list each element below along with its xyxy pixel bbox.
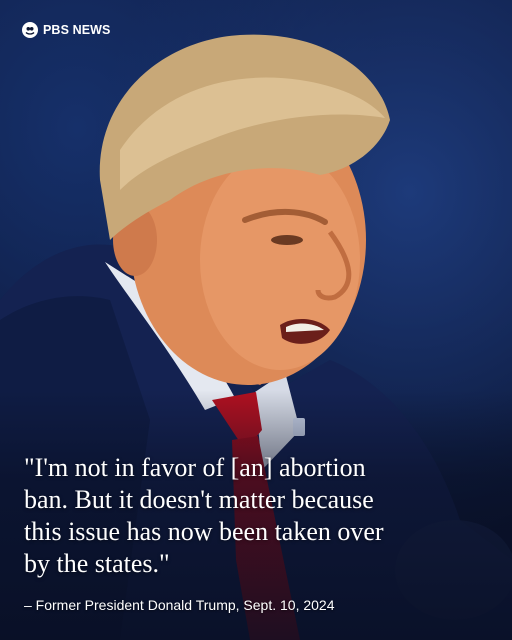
quote-line: by the states." xyxy=(24,549,170,578)
pbs-logo-icon xyxy=(22,22,38,38)
quote-card: PBS NEWS "I'm not in favor of [an] abort… xyxy=(0,0,512,640)
quote-attribution: – Former President Donald Trump, Sept. 1… xyxy=(24,597,335,613)
brand-name: PBS NEWS xyxy=(43,23,111,37)
quote-line: this issue has now been taken over xyxy=(24,517,384,546)
pbs-news-brand: PBS NEWS xyxy=(22,22,110,38)
quote-line: ban. But it doesn't matter because xyxy=(24,485,374,514)
quote-text: "I'm not in favor of [an] abortion ban. … xyxy=(24,452,494,580)
quote-line: "I'm not in favor of [an] abortion xyxy=(24,453,366,482)
